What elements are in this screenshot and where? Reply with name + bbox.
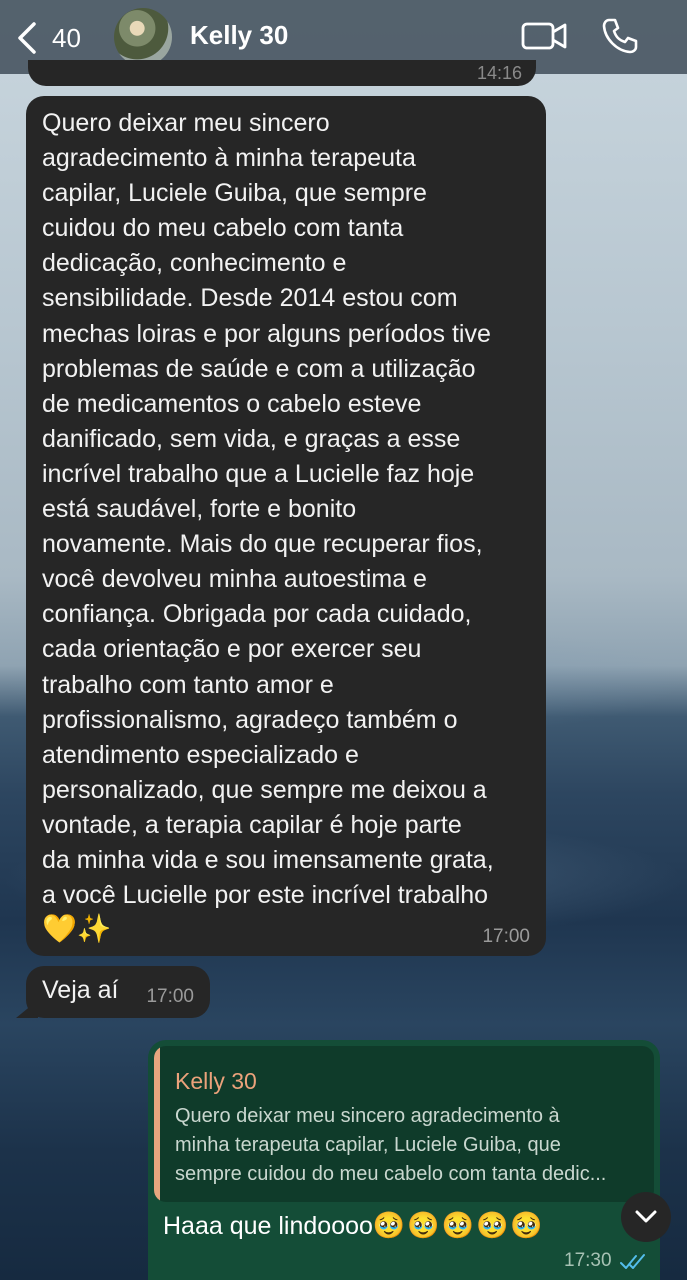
message-time: 14:16 xyxy=(476,63,522,83)
quoted-message[interactable]: Kelly 30 Quero deixar meu sincero agrade… xyxy=(154,1046,654,1202)
pleading-face-emojis: 🥹🥹🥹🥹🥹 xyxy=(372,1210,545,1240)
message-text: Quero deixar meu sincero agradecimento à… xyxy=(42,109,494,910)
previous-message-bubble[interactable]: 14:16 xyxy=(28,60,536,86)
read-double-check-icon xyxy=(620,1254,645,1269)
quote-text: Quero deixar meu sincero agradecimento à… xyxy=(175,1105,607,1185)
unread-count: 40 xyxy=(52,22,81,53)
outgoing-message[interactable]: Kelly 30 Quero deixar meu sincero agrade… xyxy=(148,1040,660,1280)
chevron-left-icon xyxy=(18,22,36,54)
phone-icon[interactable] xyxy=(600,16,640,56)
reply-text: Haaa que lindoooo xyxy=(163,1212,373,1240)
incoming-message[interactable]: Veja aí 17:00 xyxy=(26,966,210,1018)
video-camera-icon[interactable] xyxy=(520,18,568,54)
message-text: Veja aí xyxy=(42,976,119,1004)
scroll-to-bottom-button[interactable] xyxy=(621,1192,671,1242)
message-time: 17:30 xyxy=(564,1250,612,1271)
message-emojis: 💛✨ xyxy=(42,911,530,947)
contact-name[interactable]: Kelly 30 xyxy=(190,20,288,51)
chevron-down-icon xyxy=(635,1210,657,1223)
quote-author: Kelly 30 xyxy=(175,1068,257,1094)
incoming-message[interactable]: Quero deixar meu sincero agradecimento à… xyxy=(26,96,546,956)
message-text: Haaa que lindoooo🥹🥹🥹🥹🥹 xyxy=(163,1210,545,1241)
message-time: 17:00 xyxy=(146,986,194,1007)
yellow-heart-icon: 💛 xyxy=(42,913,77,945)
sparkles-icon: ✨ xyxy=(76,913,112,945)
quote-accent-bar xyxy=(154,1046,160,1202)
back-button[interactable]: 40 xyxy=(16,18,106,58)
message-time: 17:00 xyxy=(482,926,530,947)
avatar[interactable] xyxy=(114,8,172,66)
